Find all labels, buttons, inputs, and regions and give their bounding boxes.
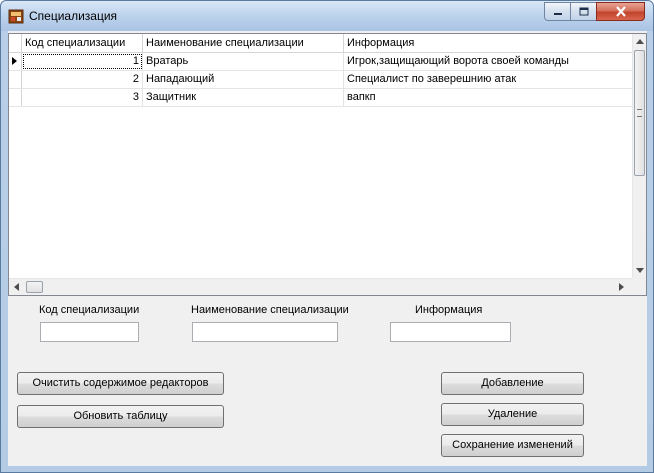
table-row[interactable]: 2 Нападающий Специалист по заверешнию ат… [9,71,633,89]
scrollbar-corner [632,278,646,295]
close-icon [615,6,626,17]
cell-name[interactable]: Вратарь [143,53,344,70]
cell-code[interactable]: 3 [22,89,143,106]
window-title: Специализация [29,9,118,23]
cell-code[interactable]: 1 [22,53,143,70]
code-field[interactable] [40,322,139,342]
scroll-down-icon[interactable] [636,268,644,273]
scroll-up-icon[interactable] [636,39,644,44]
name-field[interactable] [192,322,338,342]
column-header-code[interactable]: Код специализации [22,34,143,52]
column-header-info[interactable]: Информация [344,34,633,52]
maximize-button[interactable] [570,2,597,21]
cell-info[interactable]: Игрок,защищающий ворота своей команды [344,53,633,70]
close-button[interactable] [596,2,645,21]
minimize-icon [553,12,562,15]
horizontal-scrollbar[interactable] [9,278,632,295]
cell-info[interactable]: вапкп [344,89,633,106]
scroll-right-icon[interactable] [619,283,624,291]
data-grid[interactable]: Код специализации Наименование специализ… [8,33,647,296]
save-changes-button[interactable]: Сохранение изменений [441,434,584,457]
row-header-current[interactable] [9,53,22,70]
refresh-table-button[interactable]: Обновить таблицу [17,405,224,428]
title-bar[interactable]: Специализация [1,1,653,31]
vertical-scrollbar[interactable] [632,34,646,278]
cell-info[interactable]: Специалист по заверешнию атак [344,71,633,88]
info-label: Информация [415,304,483,316]
horizontal-scroll-thumb[interactable] [26,281,43,293]
cell-name[interactable]: Нападающий [143,71,344,88]
vertical-scroll-thumb[interactable] [634,50,645,176]
scroll-left-icon[interactable] [14,283,19,291]
current-row-arrow-icon [12,57,17,65]
info-field[interactable] [390,322,511,342]
name-label: Наименование специализации [191,304,349,316]
column-header-name[interactable]: Наименование специализации [143,34,344,52]
delete-button[interactable]: Удаление [441,403,584,426]
row-header-corner [9,34,22,52]
row-header[interactable] [9,89,22,106]
row-header[interactable] [9,71,22,88]
add-button[interactable]: Добавление [441,372,584,395]
app-icon [8,9,24,24]
clear-editors-button[interactable]: Очистить содержимое редакторов [17,372,224,395]
grip-icon [637,109,642,117]
code-label: Код специализации [39,304,140,316]
window: Специализация Код специализации Наименов… [0,0,654,473]
minimize-button[interactable] [544,2,571,21]
client-area: Код специализации Наименование специализ… [8,31,647,466]
maximize-icon [579,7,588,16]
table-row[interactable]: 3 Защитник вапкп [9,89,633,107]
table-row[interactable]: 1 Вратарь Игрок,защищающий ворота своей … [9,53,633,71]
cell-code[interactable]: 2 [22,71,143,88]
cell-name[interactable]: Защитник [143,89,344,106]
grid-header: Код специализации Наименование специализ… [9,34,633,53]
